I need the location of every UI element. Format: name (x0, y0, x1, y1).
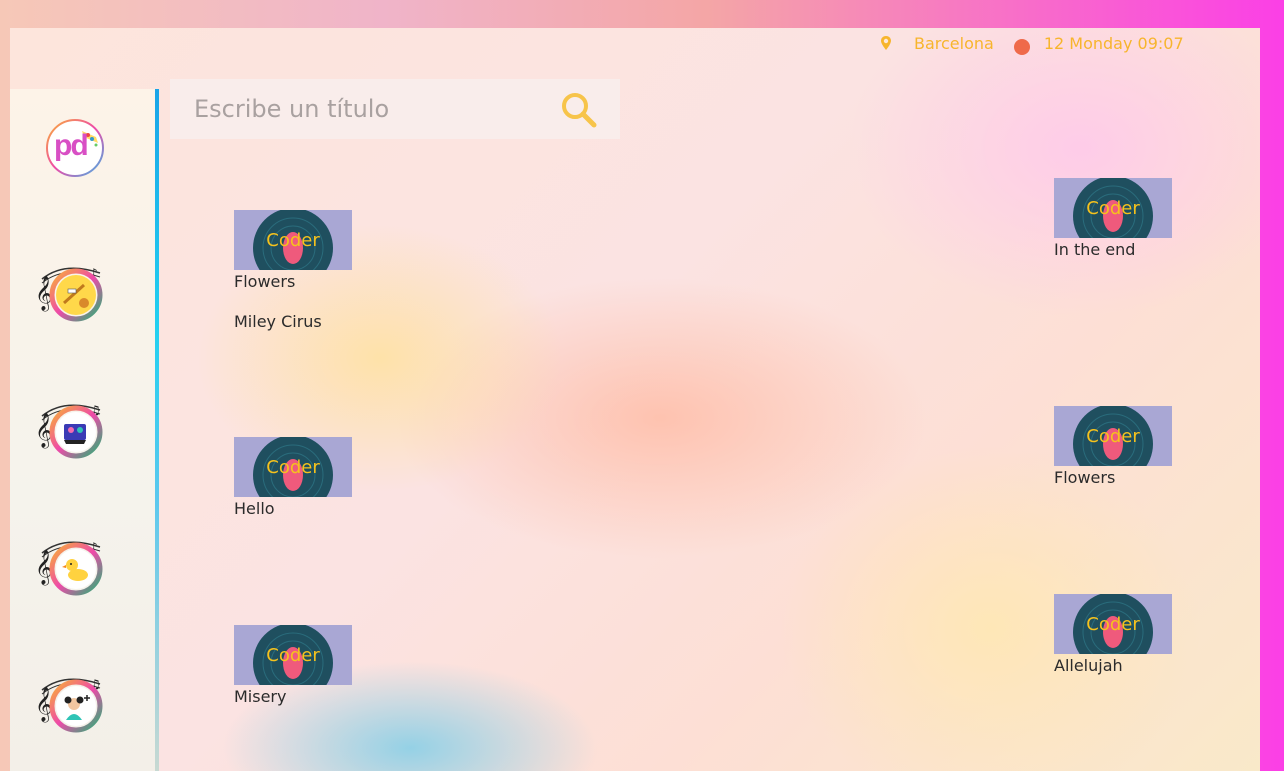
cover-label: Coder (266, 230, 320, 251)
album-cover-image: Coder (234, 625, 352, 685)
location-text: Barcelona (914, 33, 994, 53)
song-title: Allelujah (1054, 656, 1123, 675)
app-window: Barcelona 12 Monday 09:07 pd 𝄞 ♪ 𝄞 ♫ 𝄞 ♪… (10, 28, 1260, 771)
cover-label: Coder (1086, 426, 1140, 447)
song-title: Flowers (234, 272, 296, 291)
album-cover-image: Coder (234, 437, 352, 497)
song-card[interactable]: Coder In the end (1054, 178, 1214, 260)
song-card[interactable]: Coder Allelujah (1054, 594, 1214, 676)
cover-label: Coder (1086, 614, 1140, 635)
music-duck-icon: 𝄞 ♪ (35, 540, 103, 596)
map-pin-icon (881, 36, 891, 50)
status-indicator (1013, 39, 1030, 55)
datetime-text: 12 Monday 09:07 (1043, 33, 1184, 53)
header-info: Barcelona 12 Monday 09:07 (878, 31, 1184, 55)
sidebar: pd 𝄞 ♪ 𝄞 ♫ 𝄞 ♪ 𝄞 ♫ (10, 89, 155, 771)
song-card[interactable]: Coder Misery (234, 625, 394, 707)
song-title: In the end (1054, 240, 1136, 259)
album-cover-image: Coder (234, 210, 352, 270)
album-cover-image: Coder (1054, 406, 1172, 466)
sidebar-item-cat[interactable]: 𝄞 ♫ (34, 396, 106, 462)
music-cat-icon: 𝄞 ♫ (35, 403, 103, 459)
sidebar-item-add-user[interactable]: 𝄞 ♫ (34, 670, 106, 736)
search-bar (170, 79, 620, 139)
sidebar-accent-bar (155, 89, 159, 771)
music-girl-add-icon: 𝄞 ♫ (35, 677, 103, 733)
sidebar-item-duck[interactable]: 𝄞 ♪ (34, 533, 106, 599)
music-instruments-icon: 𝄞 ♪ (35, 266, 103, 322)
song-title: Misery (234, 687, 287, 706)
cover-label: Coder (266, 645, 320, 666)
song-card[interactable]: Coder Flowers (1054, 406, 1214, 488)
cover-label: Coder (1086, 198, 1140, 219)
album-cover-image: Coder (1054, 594, 1172, 654)
song-card[interactable]: Coder Hello (234, 437, 394, 519)
song-title: Hello (234, 499, 275, 518)
logo-text: pd (54, 129, 89, 162)
album-cover-image: Coder (1054, 178, 1172, 238)
search-input[interactable] (194, 95, 554, 123)
song-artist: Miley Cirus (234, 312, 322, 331)
search-icon[interactable] (560, 91, 598, 129)
cover-label: Coder (266, 457, 320, 478)
sidebar-item-instruments[interactable]: 𝄞 ♪ (34, 259, 106, 325)
song-title: Flowers (1054, 468, 1116, 487)
song-card[interactable]: Coder Flowers Miley Cirus (234, 210, 394, 332)
app-logo[interactable]: pd (44, 117, 106, 179)
